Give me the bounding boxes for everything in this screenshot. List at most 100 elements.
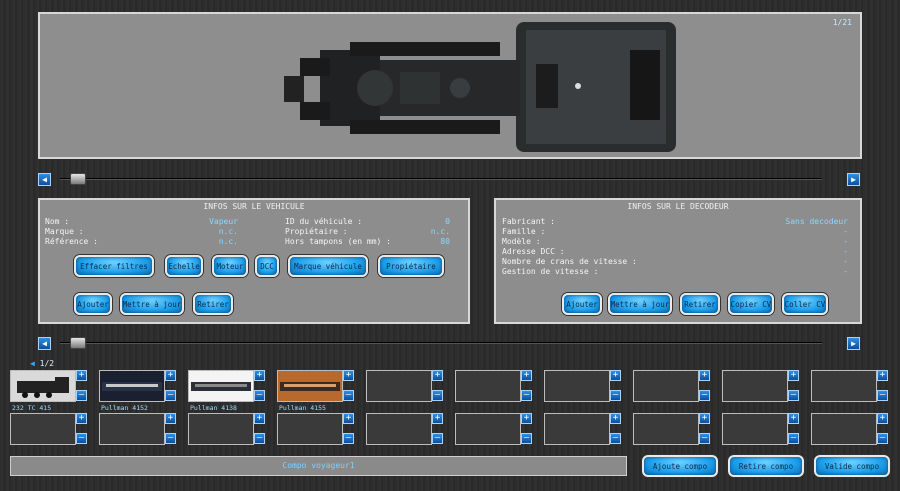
slot-add-button[interactable]: + — [343, 370, 354, 381]
slot-remove-button[interactable]: – — [877, 390, 888, 401]
effacer-filtres-button[interactable]: Effacer filtres — [74, 255, 154, 277]
pager-prev-icon[interactable]: ◀ — [30, 359, 35, 368]
slot-remove-button[interactable]: – — [788, 433, 799, 444]
slot-remove-button[interactable]: – — [699, 390, 710, 401]
valide-compo-button[interactable]: Valide compo — [814, 455, 890, 477]
composition-slot[interactable] — [10, 370, 76, 402]
slot-remove-button[interactable]: – — [165, 433, 176, 444]
vehicle-retirer-button[interactable]: Retirer — [193, 293, 233, 315]
slot-remove-button[interactable]: – — [788, 390, 799, 401]
slot-add-button[interactable]: + — [610, 413, 621, 424]
slot-add-button[interactable]: + — [165, 413, 176, 424]
proprietaire-filter-button[interactable]: Propiétaire — [378, 255, 444, 277]
retire-compo-button[interactable]: Retire compo — [728, 455, 804, 477]
viewer-scroll-right-button[interactable]: ▶ — [847, 173, 860, 186]
slot-add-button[interactable]: + — [76, 370, 87, 381]
composition-slot[interactable] — [455, 370, 521, 402]
field-value-id: 0 — [445, 217, 450, 226]
composition-slot[interactable] — [722, 370, 788, 402]
slot-add-button[interactable]: + — [165, 370, 176, 381]
vehicle-ajouter-button[interactable]: Ajouter — [74, 293, 112, 315]
composition-slot[interactable] — [633, 370, 699, 402]
composition-slot[interactable] — [10, 413, 76, 445]
slot-remove-button[interactable]: – — [610, 390, 621, 401]
copier-cv-button[interactable]: Copier CV — [728, 293, 774, 315]
pullman-orange-thumbnail — [278, 371, 342, 401]
field-value-proprietaire: n.c. — [430, 227, 450, 236]
slot-remove-button[interactable]: – — [76, 433, 87, 444]
slot-add-button[interactable]: + — [877, 413, 888, 424]
slot-add-button[interactable]: + — [432, 370, 443, 381]
slot-remove-button[interactable]: – — [76, 390, 87, 401]
decoder-value-famille: - — [843, 227, 848, 236]
composition-slot[interactable] — [366, 413, 432, 445]
coller-cv-button[interactable]: Coller CV — [782, 293, 828, 315]
slot-add-button[interactable]: + — [699, 413, 710, 424]
slot-remove-button[interactable]: – — [699, 433, 710, 444]
slot-add-button[interactable]: + — [521, 370, 532, 381]
slot-add-button[interactable]: + — [610, 370, 621, 381]
list-scroll-track[interactable] — [60, 342, 822, 344]
viewer-scroll-left-button[interactable]: ◀ — [38, 173, 51, 186]
decoder-label-famille: Famille : — [502, 227, 546, 236]
slot-remove-button[interactable]: – — [521, 390, 532, 401]
slot-add-button[interactable]: + — [877, 370, 888, 381]
composition-slot[interactable] — [99, 370, 165, 402]
echelle-filter-button[interactable]: Echelle — [165, 255, 203, 277]
slot-remove-button[interactable]: – — [343, 433, 354, 444]
slot-add-button[interactable]: + — [254, 413, 265, 424]
composition-slot[interactable] — [811, 413, 877, 445]
composition-slot[interactable] — [811, 370, 877, 402]
decoder-value-crans-vitesse: - — [843, 257, 848, 266]
arrow-right-icon: ▶ — [851, 175, 856, 184]
slot-remove-button[interactable]: – — [254, 390, 265, 401]
composition-pager[interactable]: ◀ 1/2 — [30, 359, 54, 368]
arrow-right-icon: ▶ — [851, 339, 856, 348]
decoder-label-gestion-vitesse: Gestion de vitesse : — [502, 267, 599, 276]
decoder-retirer-button[interactable]: Retirer — [680, 293, 720, 315]
slot-add-button[interactable]: + — [76, 413, 87, 424]
decoder-mettre-a-jour-button[interactable]: Mettre à jour — [608, 293, 672, 315]
slot-remove-button[interactable]: – — [877, 433, 888, 444]
composition-slot[interactable] — [633, 413, 699, 445]
field-value-reference: n.c. — [218, 237, 238, 246]
slot-add-button[interactable]: + — [521, 413, 532, 424]
composition-slot[interactable] — [188, 370, 254, 402]
list-scroll-right-button[interactable]: ▶ — [847, 337, 860, 350]
slot-remove-button[interactable]: – — [432, 433, 443, 444]
composition-slot[interactable] — [544, 370, 610, 402]
ajoute-compo-button[interactable]: Ajoute compo — [642, 455, 718, 477]
slot-add-button[interactable]: + — [788, 370, 799, 381]
slot-remove-button[interactable]: – — [432, 390, 443, 401]
dcc-filter-button[interactable]: DCC — [255, 255, 279, 277]
composition-slot[interactable] — [277, 370, 343, 402]
composition-slot[interactable] — [366, 370, 432, 402]
moteur-filter-button[interactable]: Moteur — [212, 255, 248, 277]
composition-slot[interactable] — [99, 413, 165, 445]
composition-slot[interactable] — [722, 413, 788, 445]
slot-add-button[interactable]: + — [254, 370, 265, 381]
slot-remove-button[interactable]: – — [521, 433, 532, 444]
slot-remove-button[interactable]: – — [165, 390, 176, 401]
slot-remove-button[interactable]: – — [343, 390, 354, 401]
viewer-scroll-track[interactable] — [60, 178, 822, 180]
list-scroll-thumb[interactable] — [70, 337, 86, 349]
list-scroll-left-button[interactable]: ◀ — [38, 337, 51, 350]
slot-add-button[interactable]: + — [343, 413, 354, 424]
composition-slot[interactable] — [544, 413, 610, 445]
pullman-dark-thumbnail — [100, 371, 164, 401]
slot-add-button[interactable]: + — [699, 370, 710, 381]
composition-name-field[interactable]: Compo voyageur1 — [10, 456, 627, 476]
slot-vehicle-name: Pullman 4138 — [190, 404, 237, 412]
viewer-scroll-thumb[interactable] — [70, 173, 86, 185]
vehicle-mettre-a-jour-button[interactable]: Mettre à jour — [120, 293, 184, 315]
composition-slot[interactable] — [277, 413, 343, 445]
slot-remove-button[interactable]: – — [254, 433, 265, 444]
decoder-ajouter-button[interactable]: Ajouter — [562, 293, 602, 315]
composition-slot[interactable] — [188, 413, 254, 445]
slot-remove-button[interactable]: – — [610, 433, 621, 444]
slot-add-button[interactable]: + — [788, 413, 799, 424]
composition-slot[interactable] — [455, 413, 521, 445]
slot-add-button[interactable]: + — [432, 413, 443, 424]
marque-vehicule-filter-button[interactable]: Marque véhicule — [288, 255, 368, 277]
